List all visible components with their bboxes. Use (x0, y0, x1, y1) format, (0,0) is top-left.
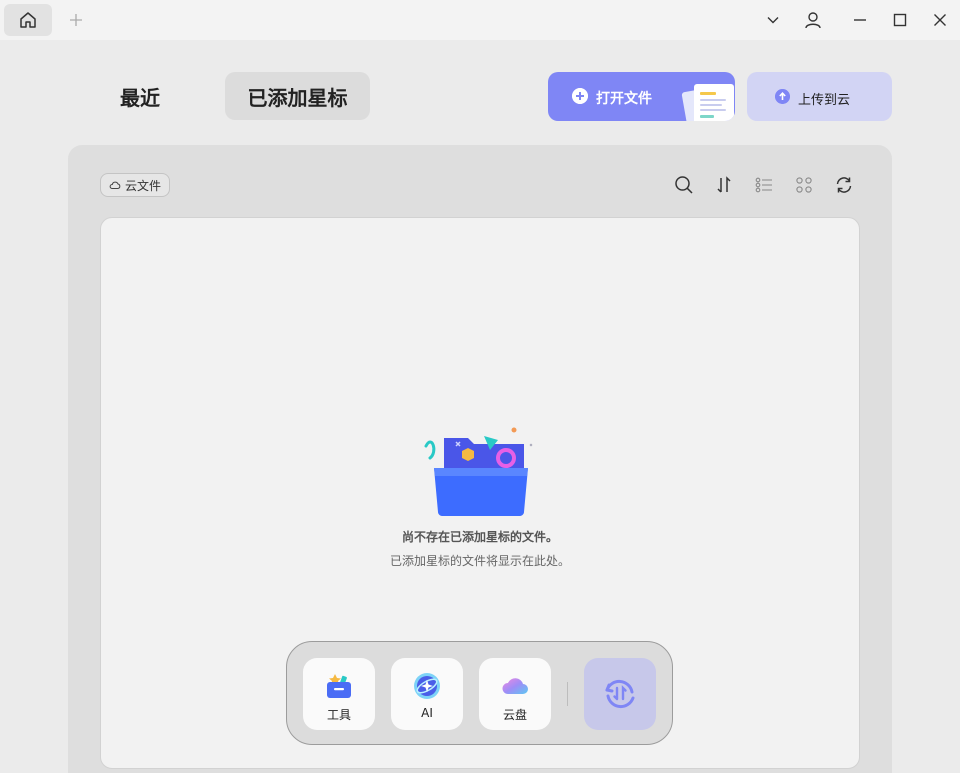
tab-starred[interactable]: 已添加星标 (225, 72, 370, 120)
convert-button[interactable] (584, 658, 656, 730)
documents-illustration-icon (681, 84, 734, 121)
upload-label: 上传到云 (798, 93, 851, 108)
title-bar (0, 0, 960, 40)
open-file-button[interactable]: 打开文件 (548, 72, 735, 121)
convert-icon (605, 679, 635, 709)
upload-to-cloud-button[interactable]: 上传到云 (747, 72, 892, 121)
empty-state-subtitle: 已添加星标的文件将显示在此处。 (389, 554, 570, 568)
open-file-label: 打开文件 (596, 91, 652, 107)
dock-divider (567, 682, 568, 706)
empty-state-title: 尚不存在已添加星标的文件。 (401, 530, 558, 544)
plus-icon (70, 14, 82, 26)
cloud-outline-icon (109, 181, 121, 189)
toolbox-icon (327, 674, 351, 698)
plus-circle-icon (572, 88, 588, 104)
upload-icon (775, 89, 790, 104)
empty-folder-illustration-icon (424, 427, 533, 516)
refresh-icon (836, 177, 852, 193)
dock-item-ai[interactable]: AI (391, 658, 463, 730)
tab-recent[interactable]: 最近 (96, 72, 184, 120)
list-view-button[interactable] (752, 173, 776, 197)
user-icon (805, 12, 821, 29)
dock-item-ai-label: AI (421, 706, 433, 720)
dock-item-cloud-label: 云盘 (502, 708, 527, 722)
grid-view-icon (796, 177, 812, 193)
refresh-button[interactable] (832, 173, 856, 197)
maximize-button[interactable] (886, 6, 914, 34)
dock-item-tools-label: 工具 (326, 708, 351, 722)
sort-button[interactable] (712, 173, 736, 197)
minimize-button[interactable] (846, 6, 874, 34)
cloud-icon (502, 678, 528, 694)
cloud-files-chip[interactable]: 云文件 (100, 173, 170, 197)
new-tab-button[interactable] (64, 8, 88, 32)
ai-icon (414, 673, 440, 699)
home-tab[interactable] (4, 4, 52, 36)
cloud-files-label: 云文件 (124, 178, 161, 193)
minimize-icon (854, 19, 866, 21)
dropdown-button[interactable] (759, 6, 787, 34)
search-icon (675, 176, 693, 194)
list-view-icon (755, 177, 772, 193)
sort-icon (717, 176, 731, 193)
chevron-down-icon (767, 17, 779, 24)
search-button[interactable] (672, 173, 696, 197)
account-button[interactable] (799, 6, 827, 34)
dock-item-cloud-drive[interactable]: 云盘 (479, 658, 551, 730)
close-icon (934, 14, 946, 26)
home-icon (20, 12, 36, 28)
dock-item-tools[interactable]: 工具 (303, 658, 375, 730)
close-button[interactable] (926, 6, 954, 34)
maximize-icon (893, 13, 907, 27)
grid-view-button[interactable] (792, 173, 816, 197)
